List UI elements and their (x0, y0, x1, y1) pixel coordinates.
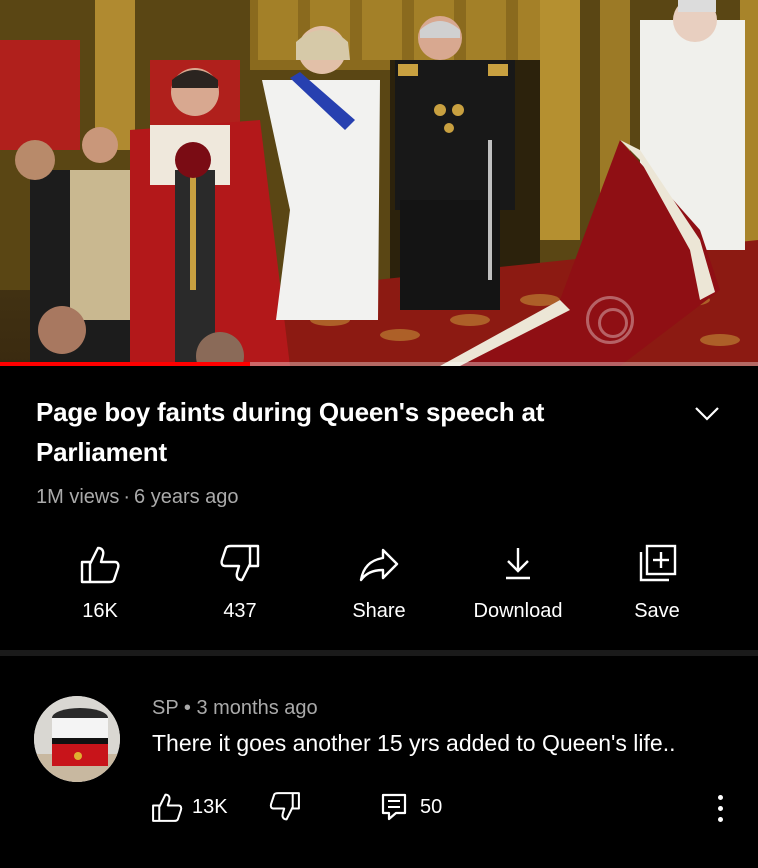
channel-watermark-icon (586, 296, 634, 344)
video-progress-fill (0, 362, 251, 366)
section-divider (0, 650, 758, 656)
thumbs-up-icon (30, 540, 170, 588)
download-icon (448, 540, 588, 588)
thumbs-up-icon (152, 793, 183, 822)
like-button[interactable]: 16K (30, 540, 170, 623)
share-arrow-icon (309, 540, 449, 588)
comment-meta: SP • 3 months ago (152, 697, 318, 719)
video-player[interactable] (0, 0, 758, 366)
share-button[interactable]: Share (309, 540, 449, 623)
video-progress-bar[interactable] (0, 362, 758, 366)
save-button[interactable]: Save (587, 540, 727, 623)
view-count: 1M views (36, 486, 120, 508)
comment-text: There it goes another 15 yrs added to Qu… (152, 730, 676, 756)
comment-reply-count: 50 (420, 795, 443, 818)
video-meta: 1M views · 6 years ago (36, 486, 239, 509)
like-count: 16K (82, 600, 118, 622)
video-frame-illustration (0, 0, 758, 366)
comment-like-button[interactable]: 13K (150, 790, 228, 824)
meta-separator: · (123, 486, 131, 508)
video-title[interactable]: Page boy faints during Queen's speech at… (36, 392, 596, 472)
thumbs-down-icon (269, 792, 300, 821)
add-to-playlist-icon (587, 540, 727, 588)
avatar[interactable] (34, 696, 120, 782)
expand-description-icon[interactable] (692, 402, 722, 426)
share-label: Share (352, 600, 406, 622)
action-bar: 16K 437 Share Download Save (0, 540, 758, 640)
comment-dislike-button[interactable] (268, 790, 302, 829)
comment-like-count: 13K (192, 795, 228, 818)
comment-reply-button[interactable]: 50 (380, 792, 442, 822)
dislike-button[interactable]: 437 (170, 540, 310, 623)
comment-author[interactable]: SP (152, 697, 178, 719)
thumbs-down-icon (170, 540, 310, 588)
reply-comment-icon (381, 793, 407, 821)
download-label: Download (473, 600, 563, 622)
upload-age: 6 years ago (134, 486, 239, 508)
comment-actions: 13K 50 (150, 790, 750, 830)
save-label: Save (634, 600, 680, 622)
dislike-count: 437 (223, 600, 257, 622)
download-button[interactable]: Download (448, 540, 588, 623)
comment-age: 3 months ago (196, 697, 318, 719)
more-options-icon[interactable] (710, 792, 730, 826)
